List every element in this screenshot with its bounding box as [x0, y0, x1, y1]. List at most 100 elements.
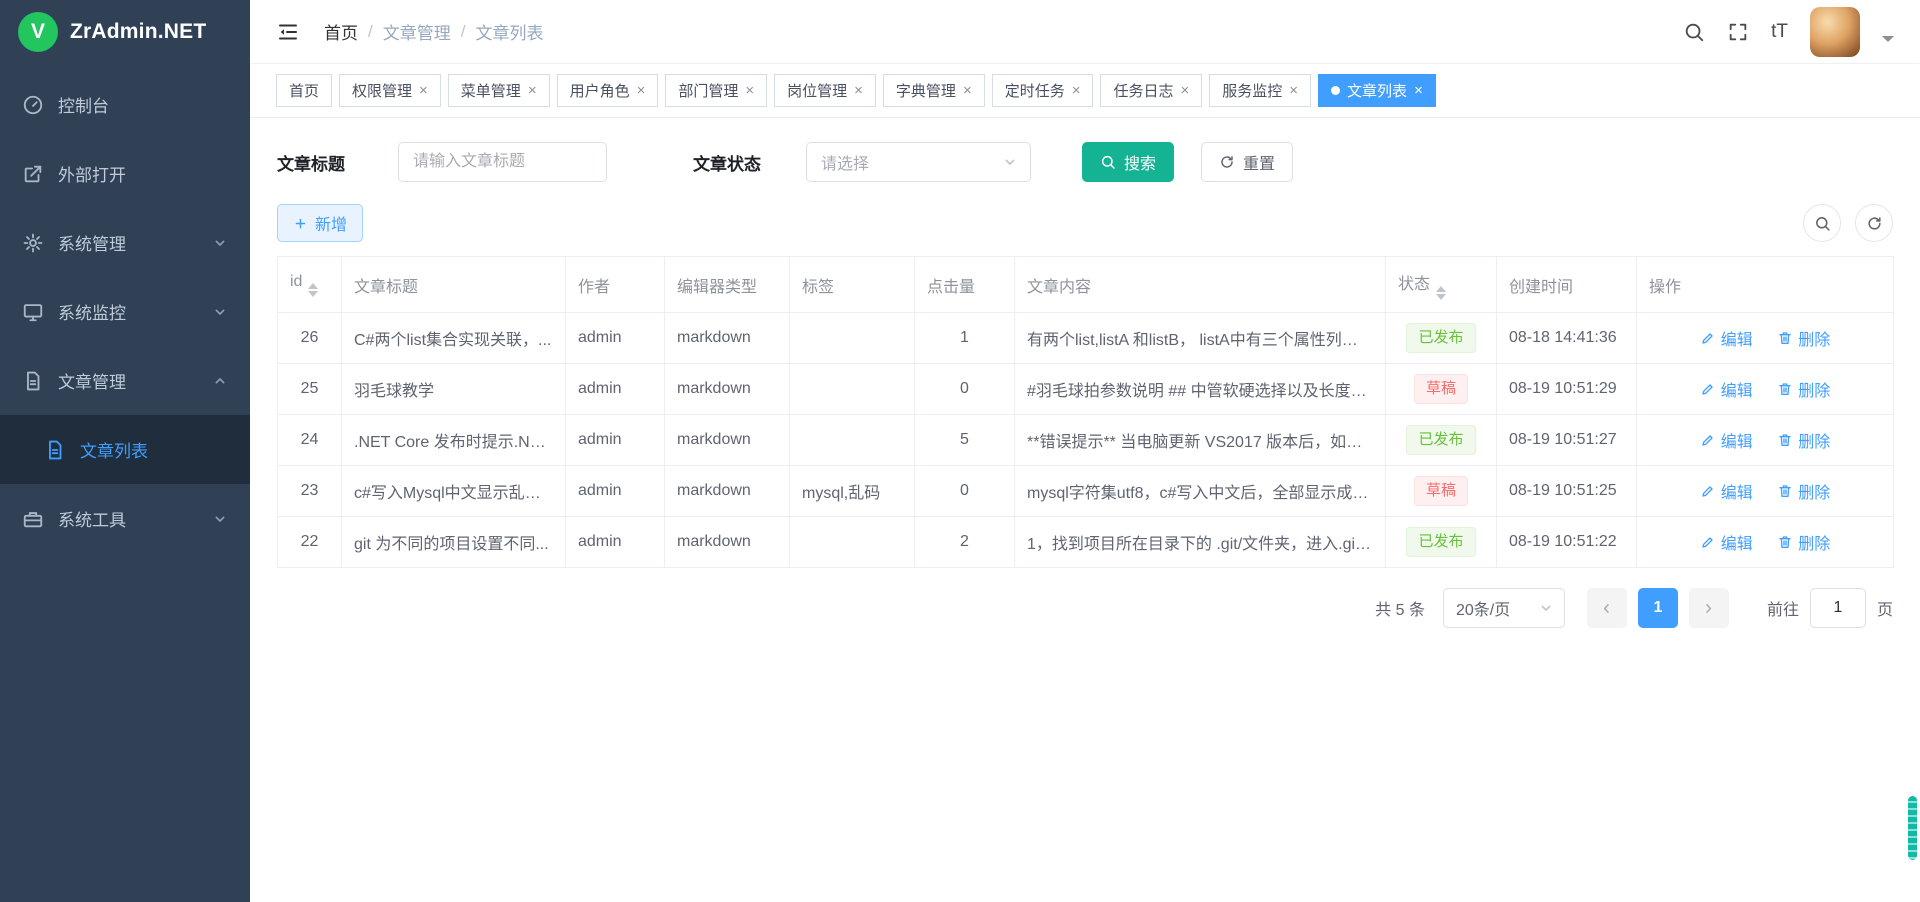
delete-link[interactable]: 删除	[1777, 479, 1830, 503]
cell-title: git 为不同的项目设置不同...	[342, 517, 566, 568]
caret-down-icon[interactable]	[1882, 36, 1894, 48]
toolbox-icon	[22, 508, 44, 530]
delete-link[interactable]: 删除	[1777, 428, 1830, 452]
tab-close-icon[interactable]: ×	[963, 83, 972, 98]
tab-close-icon[interactable]: ×	[854, 83, 863, 98]
cell-author: admin	[566, 517, 665, 568]
tab-close-icon[interactable]: ×	[419, 83, 428, 98]
breadcrumb-section[interactable]: 文章管理	[383, 19, 451, 44]
search-icon	[1814, 215, 1831, 232]
chevron-left-icon	[1599, 601, 1614, 616]
add-button-label: 新增	[315, 211, 347, 235]
article-status-label: 文章状态	[693, 150, 761, 175]
cell-status: 已发布	[1386, 517, 1497, 568]
gear-icon	[22, 232, 44, 254]
sidebar-item-system-tools[interactable]: 系统工具	[0, 484, 250, 553]
article-title-input[interactable]	[398, 142, 607, 182]
tab-home[interactable]: 首页	[276, 74, 332, 107]
cell-actions: 编辑 删除	[1637, 466, 1894, 517]
tab-close-icon[interactable]: ×	[1289, 83, 1298, 98]
show-search-toggle-button[interactable]	[1803, 204, 1841, 242]
monitor-icon	[22, 301, 44, 323]
user-avatar[interactable]	[1810, 7, 1860, 57]
sidebar-item-system-management[interactable]: 系统管理	[0, 208, 250, 277]
column-header-status[interactable]: 状态	[1386, 257, 1497, 313]
trash-icon	[1777, 330, 1793, 346]
cell-id: 23	[278, 466, 342, 517]
article-status-select[interactable]: 请选择	[806, 142, 1031, 182]
tab-user-role[interactable]: 用户角色 ×	[557, 74, 659, 107]
tab-post[interactable]: 岗位管理 ×	[774, 74, 876, 107]
delete-link[interactable]: 删除	[1777, 377, 1830, 401]
status-badge: 已发布	[1406, 425, 1475, 455]
tab-department[interactable]: 部门管理 ×	[665, 74, 767, 107]
sidebar-item-external-open[interactable]: 外部打开	[0, 139, 250, 208]
edit-link[interactable]: 编辑	[1700, 530, 1753, 554]
tab-close-icon[interactable]: ×	[528, 83, 537, 98]
tab-menu[interactable]: 菜单管理 ×	[448, 74, 550, 107]
edit-link[interactable]: 编辑	[1700, 428, 1753, 452]
page-size-select[interactable]: 20条/页	[1443, 588, 1565, 628]
sidebar-item-dashboard[interactable]: 控制台	[0, 70, 250, 139]
edit-link[interactable]: 编辑	[1700, 377, 1753, 401]
cell-id: 22	[278, 517, 342, 568]
prev-page-button[interactable]	[1587, 588, 1627, 628]
sort-icons[interactable]	[1436, 286, 1446, 300]
edit-link[interactable]: 编辑	[1700, 326, 1753, 350]
delete-link[interactable]: 删除	[1777, 326, 1830, 350]
chevron-down-icon	[212, 304, 228, 320]
cell-editor: markdown	[665, 415, 790, 466]
tab-article-list[interactable]: 文章列表 ×	[1318, 74, 1436, 107]
search-icon[interactable]	[1683, 21, 1705, 43]
page-number-current[interactable]: 1	[1638, 588, 1678, 628]
tab-close-icon[interactable]: ×	[637, 83, 646, 98]
column-header-created: 创建时间	[1497, 257, 1637, 313]
article-table: id 文章标题 作者 编辑器类型 标签 点击量 文章内容 状态 创建时间 操作	[277, 256, 1894, 568]
tab-permission[interactable]: 权限管理 ×	[339, 74, 441, 107]
column-header-id[interactable]: id	[278, 257, 342, 313]
sidebar-item-article-management[interactable]: 文章管理	[0, 346, 250, 415]
sidebar-collapse-icon[interactable]	[276, 20, 300, 44]
cell-author: admin	[566, 466, 665, 517]
goto-page-input[interactable]	[1810, 588, 1866, 628]
scrollbar-thumb[interactable]	[1908, 796, 1917, 860]
chevron-down-icon	[1002, 154, 1018, 170]
tab-close-icon[interactable]: ×	[1181, 83, 1190, 98]
edit-link[interactable]: 编辑	[1700, 479, 1753, 503]
fullscreen-icon[interactable]	[1727, 21, 1749, 43]
table-header-row: id 文章标题 作者 编辑器类型 标签 点击量 文章内容 状态 创建时间 操作	[278, 257, 1894, 313]
status-badge: 草稿	[1414, 476, 1468, 506]
sidebar-item-label: 系统工具	[58, 506, 126, 531]
page-size-value: 20条/页	[1456, 596, 1510, 620]
add-button[interactable]: 新增	[277, 204, 363, 242]
tab-service-monitor[interactable]: 服务监控 ×	[1209, 74, 1311, 107]
tab-close-icon[interactable]: ×	[1414, 83, 1423, 98]
sidebar-item-system-monitoring[interactable]: 系统监控	[0, 277, 250, 346]
font-size-icon[interactable]: tT	[1771, 21, 1788, 43]
sort-icons[interactable]	[308, 283, 318, 297]
delete-link[interactable]: 删除	[1777, 530, 1830, 554]
cell-tags	[790, 415, 915, 466]
cell-tags	[790, 313, 915, 364]
trash-icon	[1777, 432, 1793, 448]
pagination-total: 共 5 条	[1375, 596, 1425, 620]
status-badge: 已发布	[1406, 323, 1475, 353]
sidebar: V ZrAdmin.NET 控制台 外部打开 系统管理	[0, 0, 250, 902]
refresh-table-button[interactable]	[1855, 204, 1893, 242]
tab-dictionary[interactable]: 字典管理 ×	[883, 74, 985, 107]
breadcrumb-home[interactable]: 首页	[324, 19, 358, 44]
tab-close-icon[interactable]: ×	[1072, 83, 1081, 98]
cell-content: mysql字符集utf8，c#写入中文后，全部显示成? ...	[1015, 466, 1386, 517]
cell-hits: 5	[915, 415, 1015, 466]
tab-task-log[interactable]: 任务日志 ×	[1100, 74, 1202, 107]
sidebar-item-article-list[interactable]: 文章列表	[0, 415, 250, 484]
pagination: 共 5 条 20条/页 1 前往 页	[277, 588, 1893, 628]
tab-close-icon[interactable]: ×	[745, 83, 754, 98]
tab-scheduled-task[interactable]: 定时任务 ×	[992, 74, 1094, 107]
search-button[interactable]: 搜索	[1082, 142, 1174, 182]
reset-button[interactable]: 重置	[1201, 142, 1293, 182]
tab-label: 文章列表	[1347, 80, 1407, 101]
tab-label: 部门管理	[678, 80, 738, 101]
cell-actions: 编辑 删除	[1637, 415, 1894, 466]
next-page-button[interactable]	[1689, 588, 1729, 628]
